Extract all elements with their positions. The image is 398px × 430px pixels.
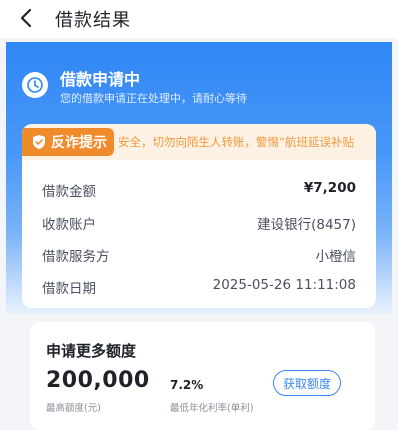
detail-row-amount: 借款金额 ¥7,200 xyxy=(42,180,356,202)
anti-fraud-banner[interactable]: 安全，切勿向陌生人转账，警惕“航班延误补贴 反诈提示 xyxy=(22,124,376,160)
detail-label: 收款账户 xyxy=(42,217,96,233)
anti-fraud-badge-label: 反诈提示 xyxy=(51,135,107,151)
top-navigation-bar: 借款结果 xyxy=(0,0,398,38)
loan-status-header: 借款申请中 您的借款申请正在处理中，请耐心等待 xyxy=(22,66,382,110)
status-title: 借款申请中 xyxy=(60,70,141,89)
detail-value: 建设银行(8457) xyxy=(257,217,356,233)
get-credit-button[interactable]: 获取额度 xyxy=(273,370,341,396)
detail-row-provider: 借款服务方 小橙信 xyxy=(42,245,356,267)
loan-details-card: 安全，切勿向陌生人转账，警惕“航班延误补贴 反诈提示 借款金额 ¥7,200 收… xyxy=(22,124,376,308)
more-credit-title: 申请更多额度 xyxy=(46,342,137,360)
detail-value: 2025-05-26 11:11:08 xyxy=(212,277,356,293)
shield-check-icon xyxy=(33,135,45,149)
anti-fraud-badge: 反诈提示 xyxy=(22,128,114,156)
max-credit-amount: 200,000 xyxy=(46,368,150,393)
min-rate-value: 7.2% xyxy=(170,378,204,392)
max-credit-caption: 最高额度(元) xyxy=(46,403,101,414)
detail-label: 借款金额 xyxy=(42,184,96,200)
back-button[interactable] xyxy=(14,6,38,30)
chevron-left-icon xyxy=(20,8,32,28)
status-subtitle: 您的借款申请正在处理中，请耐心等待 xyxy=(60,92,247,105)
more-credit-card: 申请更多额度 200,000 最高额度(元) 7.2% 最低年化利率(单利) 获… xyxy=(30,322,375,430)
detail-value: 小橙信 xyxy=(315,249,357,265)
detail-label: 借款日期 xyxy=(42,281,96,297)
detail-value: ¥7,200 xyxy=(303,180,356,196)
anti-fraud-message: 安全，切勿向陌生人转账，警惕“航班延误补贴 xyxy=(118,135,354,149)
detail-row-date: 借款日期 2025-05-26 11:11:08 xyxy=(42,277,356,299)
page-title: 借款结果 xyxy=(55,10,131,31)
clock-icon xyxy=(22,72,48,98)
min-rate-caption: 最低年化利率(单利) xyxy=(170,403,254,414)
detail-label: 借款服务方 xyxy=(42,249,110,265)
detail-row-account: 收款账户 建设银行(8457) xyxy=(42,213,356,235)
